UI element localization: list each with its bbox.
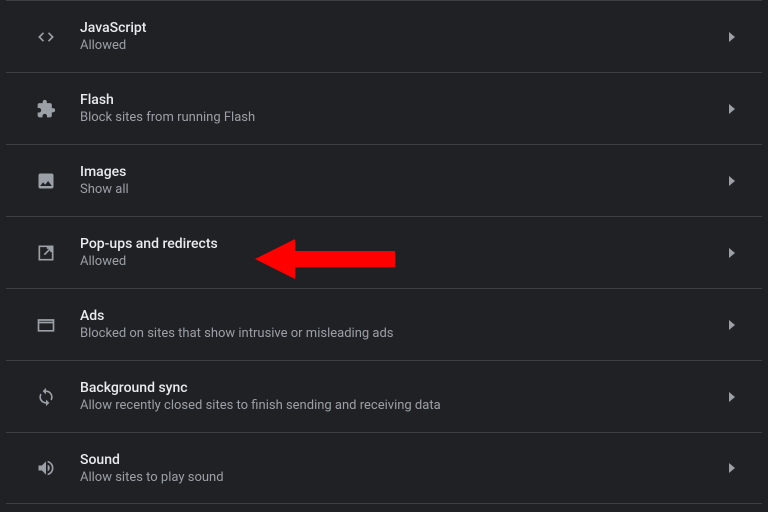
chevron-right-icon xyxy=(720,104,744,114)
row-subtitle: Allow recently closed sites to finish se… xyxy=(80,398,720,413)
row-title: Flash xyxy=(80,92,720,108)
setting-row-ads[interactable]: Ads Blocked on sites that show intrusive… xyxy=(6,288,762,360)
settings-list: JavaScript Allowed Flash Block sites fro… xyxy=(6,0,762,504)
row-subtitle: Blocked on sites that show intrusive or … xyxy=(80,326,720,341)
row-labels: Flash Block sites from running Flash xyxy=(74,92,720,125)
row-subtitle: Allow sites to play sound xyxy=(80,470,720,485)
chevron-right-icon xyxy=(720,248,744,258)
setting-row-flash[interactable]: Flash Block sites from running Flash xyxy=(6,72,762,144)
row-labels: Images Show all xyxy=(74,164,720,197)
code-icon xyxy=(18,27,74,47)
row-labels: Background sync Allow recently closed si… xyxy=(74,380,720,413)
row-subtitle: Allowed xyxy=(80,254,720,269)
window-icon xyxy=(18,315,74,335)
row-title: JavaScript xyxy=(80,20,720,36)
row-title: Sound xyxy=(80,452,720,468)
sound-icon xyxy=(18,458,74,478)
row-title: Images xyxy=(80,164,720,180)
row-labels: Ads Blocked on sites that show intrusive… xyxy=(74,308,720,341)
chevron-right-icon xyxy=(720,176,744,186)
setting-row-sound[interactable]: Sound Allow sites to play sound xyxy=(6,432,762,504)
setting-row-javascript[interactable]: JavaScript Allowed xyxy=(6,0,762,72)
row-labels: Pop-ups and redirects Allowed xyxy=(74,236,720,269)
chevron-right-icon xyxy=(720,392,744,402)
row-labels: JavaScript Allowed xyxy=(74,20,720,53)
puzzle-icon xyxy=(18,99,74,119)
row-subtitle: Show all xyxy=(80,182,720,197)
popup-icon xyxy=(18,243,74,263)
setting-row-background-sync[interactable]: Background sync Allow recently closed si… xyxy=(6,360,762,432)
sync-icon xyxy=(18,387,74,407)
row-title: Pop-ups and redirects xyxy=(80,236,720,252)
chevron-right-icon xyxy=(720,463,744,473)
row-title: Ads xyxy=(80,308,720,324)
setting-row-images[interactable]: Images Show all xyxy=(6,144,762,216)
image-icon xyxy=(18,171,74,191)
row-title: Background sync xyxy=(80,380,720,396)
chevron-right-icon xyxy=(720,32,744,42)
row-subtitle: Allowed xyxy=(80,38,720,53)
row-subtitle: Block sites from running Flash xyxy=(80,110,720,125)
setting-row-popups[interactable]: Pop-ups and redirects Allowed xyxy=(6,216,762,288)
row-labels: Sound Allow sites to play sound xyxy=(74,452,720,485)
chevron-right-icon xyxy=(720,320,744,330)
site-settings-list: JavaScript Allowed Flash Block sites fro… xyxy=(0,0,768,512)
